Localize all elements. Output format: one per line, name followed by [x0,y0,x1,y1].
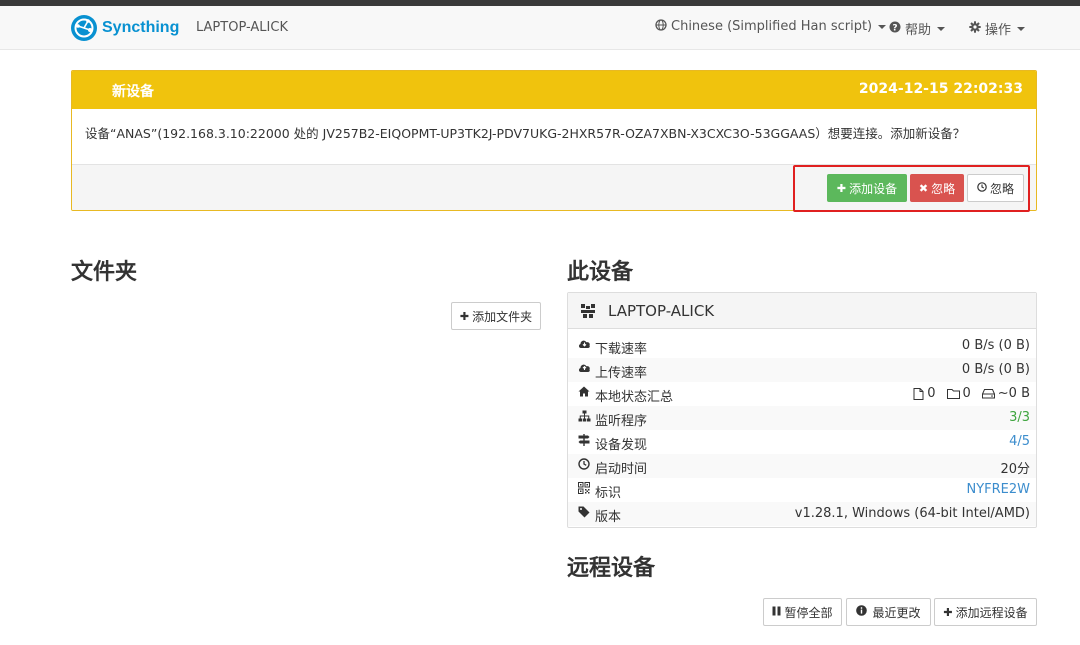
actions-label: 操作 [985,23,1012,38]
download-rate-row: 下载速率 0 B/s (0 B) [568,334,1036,358]
help-label: 帮助 [905,23,932,38]
this-device-panel-header[interactable]: LAPTOP-ALICK [568,293,1036,329]
uptime-label: 启动时间 [595,462,648,477]
notice-message: 设备“ANAS”(192.168.3.10:22000 处的 JV257B2-E… [72,109,1036,165]
this-device-heading: 此设备 [567,260,634,285]
hdd-icon [981,389,995,399]
svg-text:?: ? [892,23,897,33]
dismiss-label: 忽略 [989,181,1014,196]
home-icon [577,386,591,400]
recent-changes-label: 最近更改 [872,605,921,620]
this-device-name: LAPTOP-ALICK [608,302,715,320]
add-remote-device-label: 添加远程设备 [955,605,1028,620]
folder-icon [946,389,960,399]
plus-icon: ✚ [836,181,847,195]
discovery-label: 设备发现 [595,438,648,453]
plus-icon: ✚ [459,309,470,323]
listeners-row: 监听程序 3/3 [568,406,1036,430]
clock-icon [977,181,987,195]
pause-all-label: 暂停全部 [784,605,833,620]
globe-icon [655,19,667,34]
download-rate-value: 0 B/s (0 B) [961,338,1030,353]
folders-heading: 文件夹 [71,260,138,285]
notice-header: 新设备 2024-12-15 22:02:33 [72,71,1036,109]
close-icon: ✖ [918,181,929,195]
download-rate-label: 下载速率 [595,342,648,357]
sitemap-icon [577,410,591,425]
actions-menu[interactable]: 操作 [969,19,1026,38]
chevron-down-icon [1017,26,1026,31]
file-icon [913,387,924,400]
local-state-row: 本地状态汇总 0 0 ~0 B [568,382,1036,406]
listeners-label: 监听程序 [595,414,648,429]
upload-rate-label: 上传速率 [595,366,648,381]
local-state-label: 本地状态汇总 [595,390,674,405]
tag-icon [577,506,591,521]
local-state-value: 0 0 ~0 B [913,386,1030,401]
local-files-count: 0 [927,386,936,401]
upload-rate-row: 上传速率 0 B/s (0 B) [568,358,1036,382]
ignore-device-button[interactable]: ✖ 忽略 [910,174,964,202]
version-value: v1.28.1, Windows (64-bit Intel/AMD) [794,506,1030,521]
identification-label: 标识 [595,486,622,501]
plus-icon: ✚ [943,605,953,619]
device-identicon-icon [580,303,596,323]
ignore-device-label: 忽略 [931,181,956,196]
brand-name: Syncthing [102,19,180,36]
cloud-upload-icon [577,362,591,376]
info-circle-icon [856,605,868,619]
language-label: Chinese (Simplified Han script) [671,19,873,34]
dismiss-button[interactable]: 忽略 [967,174,1024,202]
gear-icon [969,21,981,36]
signpost-icon [577,434,591,449]
this-device-panel: LAPTOP-ALICK 下载速率 0 B/s (0 B) 上传速率 0 B/s… [567,292,1037,528]
navbar: Syncthing LAPTOP-ALICK Chinese (Simplifi… [0,6,1080,50]
identification-value[interactable]: NYFRE2W [966,482,1030,497]
help-menu[interactable]: ? 帮助 [889,19,946,38]
version-label: 版本 [595,510,622,525]
add-folder-button[interactable]: ✚ 添加文件夹 [451,302,541,330]
question-circle-icon: ? [889,21,901,36]
language-menu[interactable]: Chinese (Simplified Han script) [655,19,887,34]
notice-timestamp: 2024-12-15 22:02:33 [858,81,1023,97]
cloud-download-icon [577,338,591,352]
clock-icon [577,458,591,473]
notice-title: 新设备 [112,84,154,100]
upload-rate-value: 0 B/s (0 B) [961,362,1030,377]
qrcode-icon [577,482,591,497]
navbar-device-name: LAPTOP-ALICK [196,20,288,35]
pause-all-button[interactable]: 暂停全部 [763,598,842,626]
identification-row: 标识 NYFRE2W [568,478,1036,502]
chevron-down-icon [878,24,887,29]
listeners-value[interactable]: 3/3 [1009,410,1030,425]
discovery-value[interactable]: 4/5 [1009,434,1030,449]
add-device-label: 添加设备 [849,181,898,196]
add-device-button[interactable]: ✚ 添加设备 [827,174,907,202]
local-size: ~0 B [997,386,1030,401]
discovery-row: 设备发现 4/5 [568,430,1036,454]
recent-changes-button[interactable]: 最近更改 [846,598,931,626]
add-folder-label: 添加文件夹 [472,309,533,324]
syncthing-logo-icon [71,15,97,41]
chevron-down-icon [937,26,946,31]
pause-icon [772,606,781,619]
remote-devices-heading: 远程设备 [567,556,656,581]
brand[interactable]: Syncthing [70,13,179,43]
add-remote-device-button[interactable]: ✚ 添加远程设备 [934,598,1037,626]
uptime-row: 启动时间 20分 [568,454,1036,478]
uptime-value: 20分 [1000,462,1030,477]
version-row: 版本 v1.28.1, Windows (64-bit Intel/AMD) [568,502,1036,526]
local-folders-count: 0 [962,386,971,401]
